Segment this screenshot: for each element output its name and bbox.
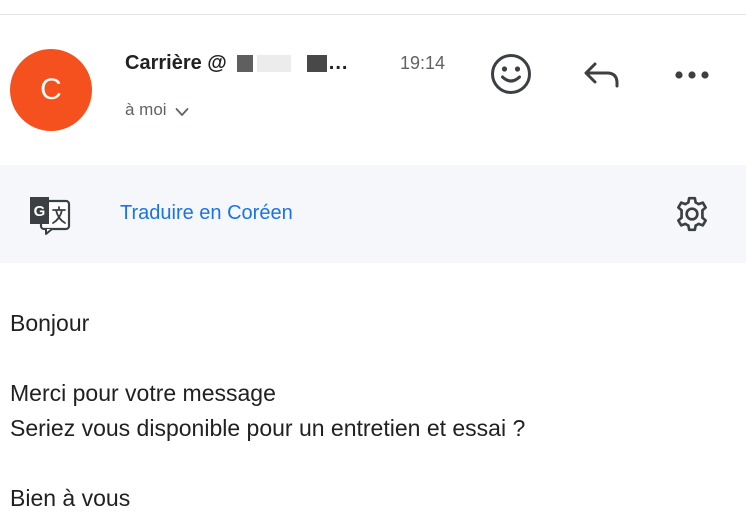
- top-divider: [0, 14, 746, 15]
- redacted-block: [306, 54, 327, 72]
- reply-button[interactable]: [578, 50, 626, 98]
- sender-avatar[interactable]: C: [10, 49, 92, 131]
- svg-text:G: G: [34, 203, 46, 220]
- avatar-letter: C: [40, 73, 62, 106]
- redacted-block: [236, 54, 253, 72]
- translate-bar: G Traduire en Coréen: [0, 165, 746, 263]
- message-closing: Bien à vous: [10, 485, 131, 511]
- message-greeting: Bonjour: [10, 310, 90, 336]
- message-line: Merci pour votre message: [10, 380, 276, 406]
- translate-settings-button[interactable]: [670, 192, 714, 236]
- redacted-block: [256, 54, 291, 72]
- emoji-reaction-button[interactable]: [487, 50, 535, 98]
- gear-icon: [677, 196, 707, 232]
- translate-link[interactable]: Traduire en Coréen: [120, 202, 293, 225]
- message-line: Seriez vous disponible pour un entretien…: [10, 415, 526, 441]
- more-icon: [675, 71, 709, 79]
- message-time: 19:14: [400, 53, 446, 73]
- sender-truncation: ...: [328, 51, 349, 74]
- recipient-label: à moi: [125, 100, 167, 119]
- more-options-button[interactable]: [668, 50, 716, 98]
- chevron-down-icon: [175, 108, 188, 116]
- reply-icon: [584, 62, 619, 88]
- recipient-details-toggle[interactable]: à moi: [125, 100, 189, 120]
- translate-icon: G: [30, 197, 71, 235]
- emoji-icon: [491, 54, 531, 94]
- message-body: Bonjour Merci pour votre message Seriez …: [10, 306, 730, 516]
- sender-name: Carrière @: [125, 51, 227, 74]
- sender-line[interactable]: Carrière @ ...: [125, 50, 348, 76]
